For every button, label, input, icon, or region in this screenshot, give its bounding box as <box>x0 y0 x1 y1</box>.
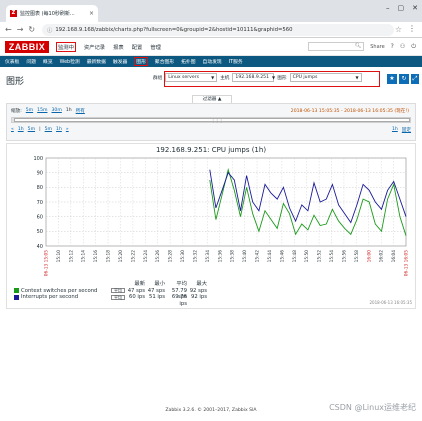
x-tick-label: 15:56 <box>341 250 347 263</box>
x-tick-label: 16:04 <box>391 250 397 263</box>
legend-agg-tag: 平均 <box>111 294 125 300</box>
x-tick-label: 15:50 <box>304 250 310 263</box>
x-tick-label: 15:42 <box>255 250 261 263</box>
x-start-label: 06-13 15:05 <box>44 250 50 277</box>
y-tick-label: 50 <box>37 229 43 235</box>
legend-swatch <box>14 288 19 294</box>
x-tick-label: 15:24 <box>143 250 149 263</box>
legend-last: 60 ips <box>128 294 145 300</box>
cpu-jumps-chart: 40 50 60 70 80 90 100 06-13 15:05 15:10 15:12 15:1… <box>33 156 410 277</box>
y-tick-label: 70 <box>37 200 43 206</box>
x-tick-label: 15:10 <box>56 250 62 263</box>
x-tick-label: 16:02 <box>379 250 385 263</box>
x-tick-label: 15:38 <box>230 250 236 263</box>
graph-generated-time: 2018-06-13 16:05:35 <box>369 300 412 305</box>
y-tick-label: 60 <box>37 214 43 220</box>
graph-legend: 最新 最小 平均 最大 Context switches per second … <box>14 281 207 307</box>
legend-series-name: Interrupts per second <box>21 294 79 300</box>
legend-avg: 69.76 ips <box>171 294 187 307</box>
x-tick-label: 15:48 <box>292 250 298 263</box>
y-tick-label: 80 <box>37 185 43 191</box>
x-tick-label: 15:52 <box>317 250 323 263</box>
y-tick-label: 90 <box>37 170 43 176</box>
x-tick-label: 15:22 <box>130 250 136 263</box>
legend-agg-tag: 平均 <box>111 288 125 294</box>
x-tick-label: 15:16 <box>93 250 99 263</box>
watermark: CSDN @Linux运维老纪 <box>329 403 416 412</box>
x-tick-label: 15:46 <box>279 250 285 263</box>
x-tick-label: 15:30 <box>180 250 186 263</box>
x-tick-label: 15:32 <box>192 250 198 263</box>
x-tick-label: 15:20 <box>118 250 124 263</box>
legend-row-interrupts: Interrupts per second 平均 60 ips 51 ips 6… <box>14 294 207 307</box>
x-tick-label: 15:26 <box>155 250 161 263</box>
legend-max: 92 ips <box>190 294 207 300</box>
legend-swatch <box>14 294 19 300</box>
x-tick-label: 15:18 <box>106 250 112 263</box>
x-tick-label: 15:14 <box>81 250 87 263</box>
x-tick-label: 15:58 <box>354 250 360 263</box>
y-tick-label: 100 <box>33 156 43 162</box>
x-tick-label: 15:40 <box>242 250 248 263</box>
x-end-label: 06-13 16:05 <box>404 250 410 277</box>
x-tick-label: 16:00 <box>366 250 372 263</box>
x-tick-label: 15:54 <box>329 250 335 263</box>
x-tick-label: 15:36 <box>217 250 223 263</box>
x-tick-label: 15:44 <box>267 250 273 263</box>
x-tick-label: 15:12 <box>68 250 74 263</box>
y-tick-label: 40 <box>37 244 43 250</box>
x-tick-label: 15:34 <box>205 250 211 263</box>
legend-min: 51 ips <box>148 294 165 300</box>
x-tick-label: 15:28 <box>168 250 174 263</box>
